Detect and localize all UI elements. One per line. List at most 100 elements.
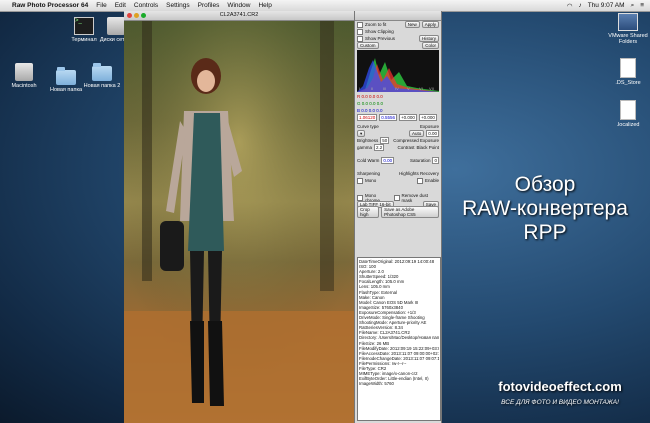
terminal-icon: >_ bbox=[74, 17, 94, 35]
photo-window-titlebar[interactable]: CL2A3741.CR2 bbox=[124, 11, 354, 21]
drive-icon bbox=[15, 63, 33, 81]
enable-label: Enable bbox=[424, 178, 439, 183]
desktop-icon-ds-store[interactable]: .DS_Store bbox=[608, 58, 648, 86]
saturation-label: Saturation bbox=[409, 158, 431, 163]
mono-chrome-row: Mono chrome Remove dust mask bbox=[355, 193, 441, 203]
clipping-row: Show Clipping bbox=[355, 28, 441, 35]
desktop-icon-macintosh[interactable]: Macintosh bbox=[4, 63, 44, 89]
hist-zone-label: VII bbox=[429, 86, 434, 91]
green-readout: G 0.0 0.0 0.0 bbox=[357, 101, 384, 106]
white-balance-row: 1.06120 0.5556 +0.000 +0.000 bbox=[355, 114, 441, 121]
window-controls bbox=[127, 13, 146, 18]
rgb-readout-b: B 0.0 0.0 0.0 bbox=[355, 107, 441, 114]
desktop-icon-folder-1[interactable]: Новая папка bbox=[46, 67, 86, 93]
color-select[interactable]: Color bbox=[422, 42, 439, 49]
document-icon bbox=[620, 100, 636, 120]
exposure-label: Exposure bbox=[419, 124, 439, 129]
mono-chrome-checkbox[interactable] bbox=[357, 194, 363, 201]
video-title-overlay: Обзор RAW-конвертера RPP bbox=[440, 173, 650, 245]
hist-zone-label: IV bbox=[395, 86, 399, 91]
gamma-value[interactable]: 2.2 bbox=[374, 144, 385, 151]
photo-window[interactable]: CL2A3741.CR2 bbox=[124, 11, 354, 423]
curve-type-select[interactable]: ▾ bbox=[357, 130, 366, 137]
close-icon[interactable] bbox=[127, 13, 132, 18]
folder-icon bbox=[56, 67, 76, 85]
desktop-icon-label: Новая папка 2 bbox=[83, 83, 121, 89]
desktop-icon-folder-2[interactable]: Новая папка 2 bbox=[82, 63, 122, 89]
desktop-icon-vmware-shared[interactable]: VMware Shared Folders bbox=[608, 13, 648, 45]
wb-tint-value[interactable]: +0.000 bbox=[399, 114, 417, 121]
wb-temp-value[interactable]: +0.000 bbox=[418, 114, 437, 121]
overlay-line: RPP bbox=[523, 221, 567, 244]
menu-file[interactable]: File bbox=[96, 2, 106, 9]
auto-exposure-button[interactable]: Auto bbox=[408, 130, 425, 137]
folder-icon bbox=[92, 63, 112, 81]
sharpening-row: Sharpening Highlights Recovery bbox=[355, 170, 441, 177]
menu-settings[interactable]: Settings bbox=[166, 2, 190, 9]
list-icon[interactable]: ≡ bbox=[640, 2, 644, 9]
metadata-line: ImageWidth: 5760 bbox=[359, 381, 394, 387]
brightness-label: Brightness bbox=[357, 138, 379, 143]
overlay-line: Обзор bbox=[514, 173, 576, 196]
wb-blue-value[interactable]: 0.5556 bbox=[379, 114, 398, 121]
history-button[interactable]: History bbox=[418, 35, 439, 42]
rgb-readout-r: R 0.0 0.0 0.0 bbox=[355, 93, 441, 100]
desktop-icon-label: .localized bbox=[616, 122, 640, 128]
curve-type-label: Curve type bbox=[357, 124, 379, 129]
new-button[interactable]: New bbox=[404, 21, 420, 28]
show-clipping-checkbox[interactable] bbox=[357, 28, 363, 35]
menu-profiles[interactable]: Profiles bbox=[198, 2, 220, 9]
histogram-graph: I II III IV V VI VII bbox=[357, 58, 439, 92]
watermark-site: fotovideoeffect.com bbox=[498, 379, 622, 394]
brightness-value[interactable]: 50 bbox=[380, 137, 390, 144]
apply-button[interactable]: Apply bbox=[421, 21, 439, 28]
hist-zone-label: III bbox=[383, 86, 386, 91]
wb-red-value[interactable]: 1.06120 bbox=[357, 114, 378, 121]
remove-dust-checkbox[interactable] bbox=[393, 194, 400, 201]
search-icon[interactable]: ⌕ bbox=[631, 2, 635, 10]
exposure-value[interactable]: 0.00 bbox=[426, 130, 439, 137]
enable-checkbox[interactable] bbox=[416, 177, 423, 184]
menu-window[interactable]: Window bbox=[227, 2, 250, 9]
gamma-label: gamma bbox=[357, 145, 373, 150]
desktop-icon-localized[interactable]: .localized bbox=[608, 100, 648, 128]
photo-preview[interactable] bbox=[124, 21, 354, 423]
control-panel-titlebar[interactable] bbox=[355, 11, 441, 21]
hist-zone-label: II bbox=[371, 86, 373, 91]
custom-select[interactable]: Custom bbox=[357, 42, 379, 49]
cold-warm-label: Cold Warm bbox=[357, 158, 380, 163]
red-readout: R 0.0 0.0 0.0 bbox=[357, 94, 383, 99]
saturation-value[interactable]: 0 bbox=[432, 157, 439, 164]
mono-row: Mono Enable bbox=[355, 177, 441, 184]
show-previous-checkbox[interactable] bbox=[357, 35, 363, 42]
blue-readout: B 0.0 0.0 0.0 bbox=[357, 108, 383, 113]
mono-checkbox[interactable] bbox=[357, 177, 363, 184]
profile-row: Custom Color bbox=[355, 42, 441, 49]
volume-icon[interactable]: ♪ bbox=[578, 2, 581, 9]
desktop-icon-label: VMware Shared Folders bbox=[608, 33, 648, 45]
metadata-line: FileModifyDate: 2012:09:19 15:22:09+03:0… bbox=[359, 345, 439, 351]
menu-clock[interactable]: Thu 9:07 AM bbox=[588, 2, 625, 9]
zoom-row: Zoom to fit New Apply bbox=[355, 21, 441, 28]
contrast-label: Contrast bbox=[397, 145, 415, 150]
zoom-icon[interactable] bbox=[141, 13, 146, 18]
menu-controls[interactable]: Controls bbox=[134, 2, 158, 9]
document-icon bbox=[620, 58, 636, 78]
sharpening-label: Sharpening bbox=[357, 171, 381, 176]
zoom-to-fit-checkbox[interactable] bbox=[357, 21, 363, 28]
menu-app-name[interactable]: Raw Photo Processor 64 bbox=[12, 2, 88, 9]
curve-row: Curve type Exposure bbox=[355, 123, 441, 130]
minimize-icon[interactable] bbox=[134, 13, 139, 18]
save-as-select[interactable]: Save as Adobe Photoshop CS5 bbox=[381, 205, 439, 218]
metadata-line: Directory: /Users/Mac/Desktop/Новая папк… bbox=[359, 335, 439, 341]
cold-warm-value[interactable]: 0.00 bbox=[381, 157, 395, 164]
metadata-panel[interactable]: DateTimeOriginal: 2012:09:19 14:00:48 IS… bbox=[357, 257, 441, 421]
rgb-readout-g: G 0.0 0.0 0.0 bbox=[355, 100, 441, 107]
crop-select[interactable]: Crop high bbox=[357, 205, 380, 218]
zoom-to-fit-label: Zoom to fit bbox=[365, 22, 387, 27]
desktop-icon-label: .DS_Store bbox=[615, 80, 641, 86]
menu-edit[interactable]: Edit bbox=[115, 2, 126, 9]
control-panel: Zoom to fit New Apply Show Clipping Show… bbox=[354, 11, 442, 423]
wifi-icon[interactable]: ◠ bbox=[567, 2, 573, 10]
menu-help[interactable]: Help bbox=[258, 2, 271, 9]
